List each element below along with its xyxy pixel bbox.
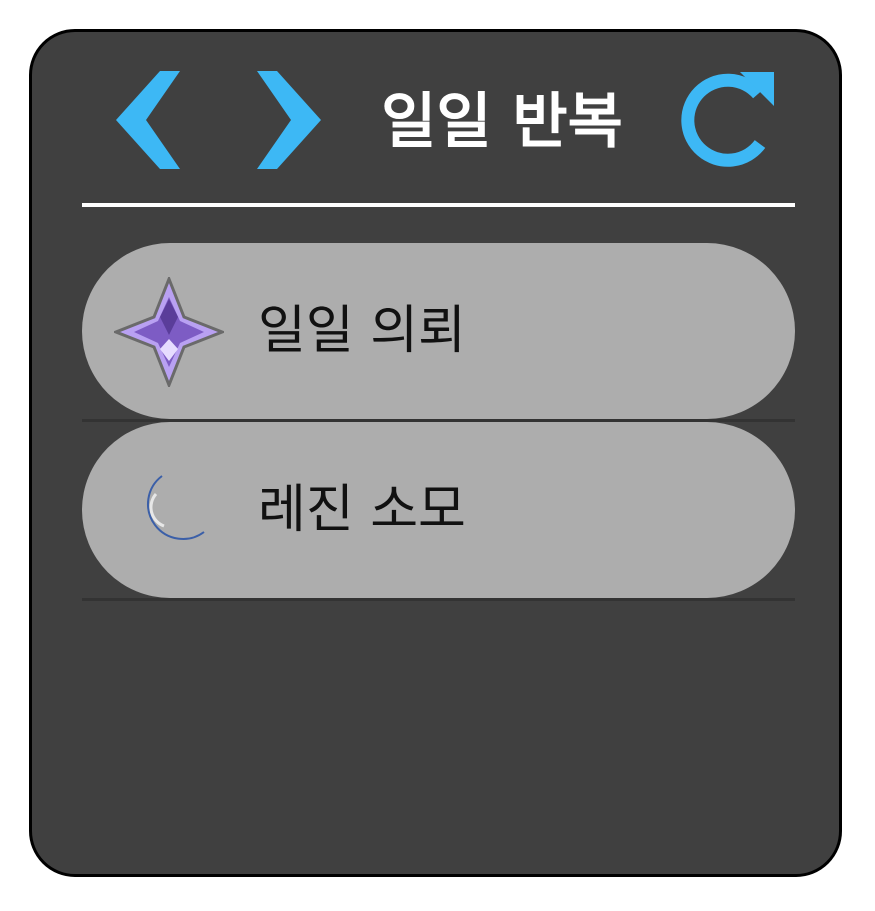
daily-repeat-panel: 일일 반복 일일 의뢰 레진 소모 (29, 29, 842, 877)
next-button[interactable] (247, 65, 327, 175)
prev-button[interactable] (110, 65, 190, 175)
list-item-label: 레진 소모 (258, 480, 466, 540)
list-item-daily-commission[interactable]: 일일 의뢰 (82, 243, 795, 419)
chevron-left-icon (116, 71, 180, 169)
page-title: 일일 반복 (381, 87, 623, 157)
list-separator (82, 598, 795, 601)
refresh-icon (681, 72, 774, 167)
list-item-resin-usage[interactable]: 레진 소모 (82, 422, 795, 598)
crescent-moon-icon (114, 456, 224, 566)
star-icon (114, 277, 224, 387)
refresh-button[interactable] (670, 62, 782, 174)
header-divider (82, 203, 795, 207)
task-list: 일일 의뢰 레진 소모 (82, 243, 795, 601)
chevron-right-icon (257, 71, 321, 169)
list-item-label: 일일 의뢰 (258, 301, 466, 361)
